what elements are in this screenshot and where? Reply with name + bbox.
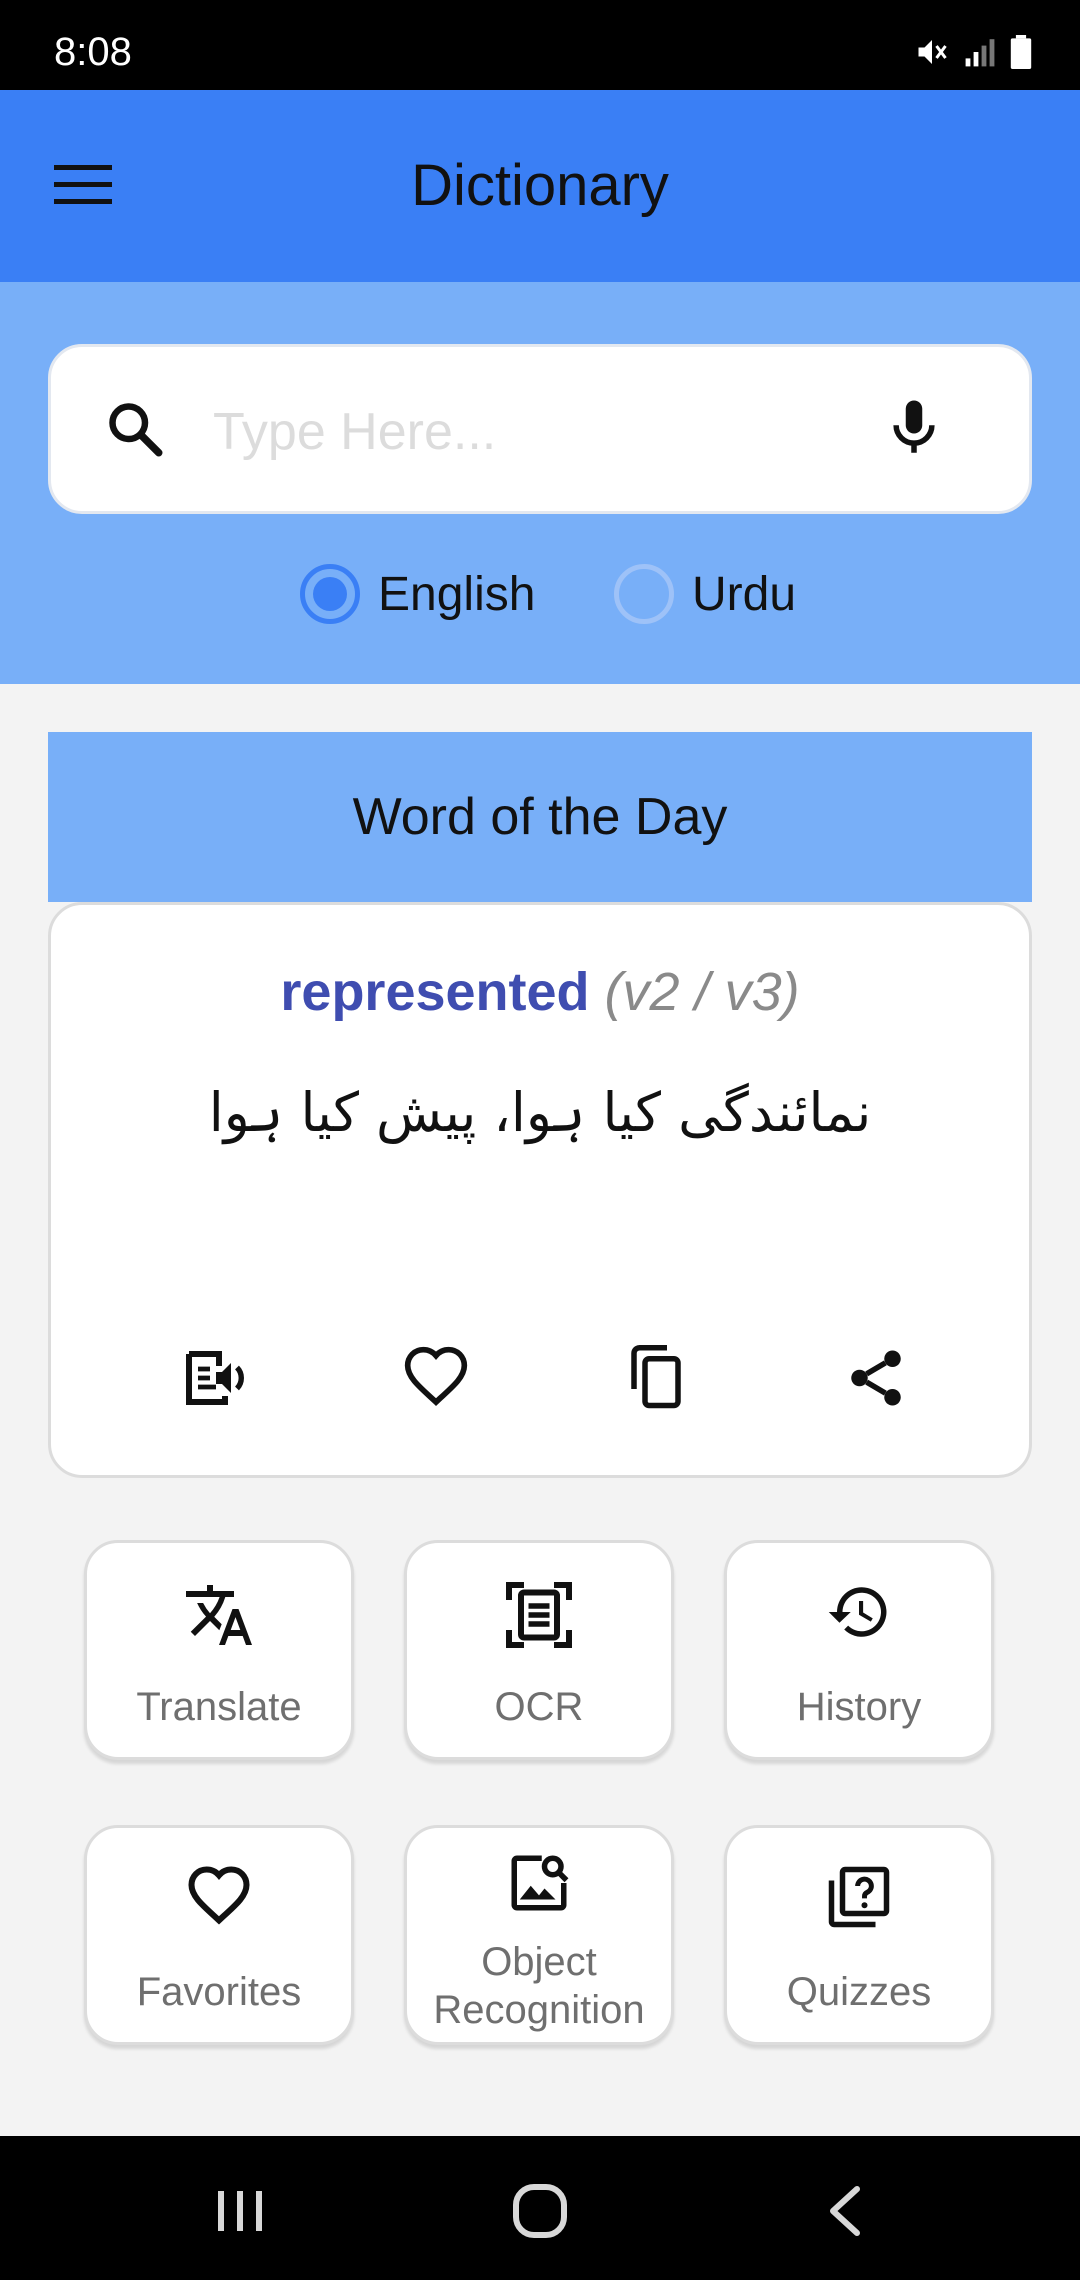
radio-urdu-label: Urdu	[692, 567, 797, 621]
ocr-scan-icon	[506, 1582, 572, 1648]
tile-object-recognition-icon-wrap	[407, 1850, 671, 1916]
history-icon	[828, 1587, 887, 1637]
app-title: Dictionary	[411, 153, 669, 218]
tile-object-recognition-label: Object Recognition	[407, 1938, 671, 2034]
quiz-icon	[828, 1866, 890, 1928]
word-of-the-day-header: Word of the Day	[48, 732, 1032, 902]
battery-icon	[1010, 35, 1032, 74]
microphone-icon[interactable]	[881, 395, 947, 466]
image-search-icon	[511, 1855, 569, 1911]
wod-word: represented	[280, 962, 590, 1022]
navigation-bar	[0, 2136, 1080, 2280]
tile-quizzes-icon-wrap	[727, 1864, 991, 1930]
status-bar: 8:08	[0, 0, 1080, 90]
copy-icon	[631, 1345, 681, 1409]
tile-favorites-label: Favorites	[136, 1970, 302, 2014]
share-button[interactable]	[831, 1333, 921, 1423]
word-of-the-day-card: represented (v2 / v3) نمائندگی کیا ہوا، …	[48, 902, 1032, 1478]
tile-history-label: History	[796, 1685, 922, 1729]
back-icon	[830, 2186, 860, 2236]
share-icon	[851, 1350, 901, 1406]
app-bar: Dictionary	[0, 90, 1080, 282]
tile-translate-label: Translate	[136, 1685, 302, 1729]
recent-apps-icon	[218, 2191, 262, 2231]
tile-quizzes-label: Quizzes	[786, 1970, 932, 2014]
speak-icon	[186, 1351, 244, 1405]
wod-meaning: نمائندگی کیا ہوا، پیش کیا ہوا	[208, 1081, 872, 1144]
favorite-button[interactable]	[391, 1333, 481, 1423]
copy-button[interactable]	[611, 1333, 701, 1423]
tile-object-recognition-line2: Recognition	[433, 1988, 645, 2032]
tile-translate-icon-wrap	[87, 1579, 351, 1651]
radio-english-indicator[interactable]	[300, 564, 360, 624]
translate-icon	[186, 1585, 252, 1645]
status-time: 8:08	[54, 30, 132, 74]
heart-icon	[188, 1866, 250, 1925]
status-icons	[914, 34, 1032, 75]
search-box	[48, 344, 1032, 514]
tile-translate[interactable]: Translate	[84, 1540, 354, 1760]
tile-history-icon-wrap	[727, 1579, 991, 1645]
tile-history[interactable]: History	[724, 1540, 994, 1760]
radio-urdu-indicator[interactable]	[614, 564, 674, 624]
tile-ocr[interactable]: OCR	[404, 1540, 674, 1760]
wod-actions	[51, 1333, 1029, 1423]
search-input[interactable]	[211, 387, 831, 477]
tile-favorites[interactable]: Favorites	[84, 1825, 354, 2045]
tile-object-recognition-line1: Object	[481, 1940, 597, 1984]
tile-ocr-icon-wrap	[407, 1579, 671, 1651]
recent-apps-button[interactable]	[190, 2176, 290, 2246]
wod-word-line: represented (v2 / v3)	[51, 961, 1029, 1023]
radio-english-label: English	[378, 567, 536, 621]
back-button[interactable]	[796, 2176, 896, 2246]
favorite-icon	[404, 1346, 468, 1406]
tile-object-recognition[interactable]: Object Recognition	[404, 1825, 674, 2045]
tile-ocr-label: OCR	[494, 1685, 584, 1729]
mute-icon	[914, 34, 950, 75]
tile-quizzes[interactable]: Quizzes	[724, 1825, 994, 2045]
speak-button[interactable]	[171, 1333, 261, 1423]
tile-favorites-icon-wrap	[87, 1864, 351, 1930]
screen: 8:08 Dictionary Type Here... English Urd…	[0, 0, 1080, 2280]
search-icon[interactable]	[105, 399, 165, 464]
wod-forms: (v2 / v3)	[604, 962, 800, 1022]
radio-english[interactable]: English	[300, 564, 535, 624]
radio-urdu[interactable]: Urdu	[614, 564, 796, 624]
signal-icon	[964, 35, 996, 74]
home-button[interactable]	[490, 2176, 590, 2246]
search-panel: English Urdu	[0, 282, 1080, 684]
home-icon	[513, 2184, 567, 2238]
language-selector: English Urdu	[0, 564, 1080, 644]
